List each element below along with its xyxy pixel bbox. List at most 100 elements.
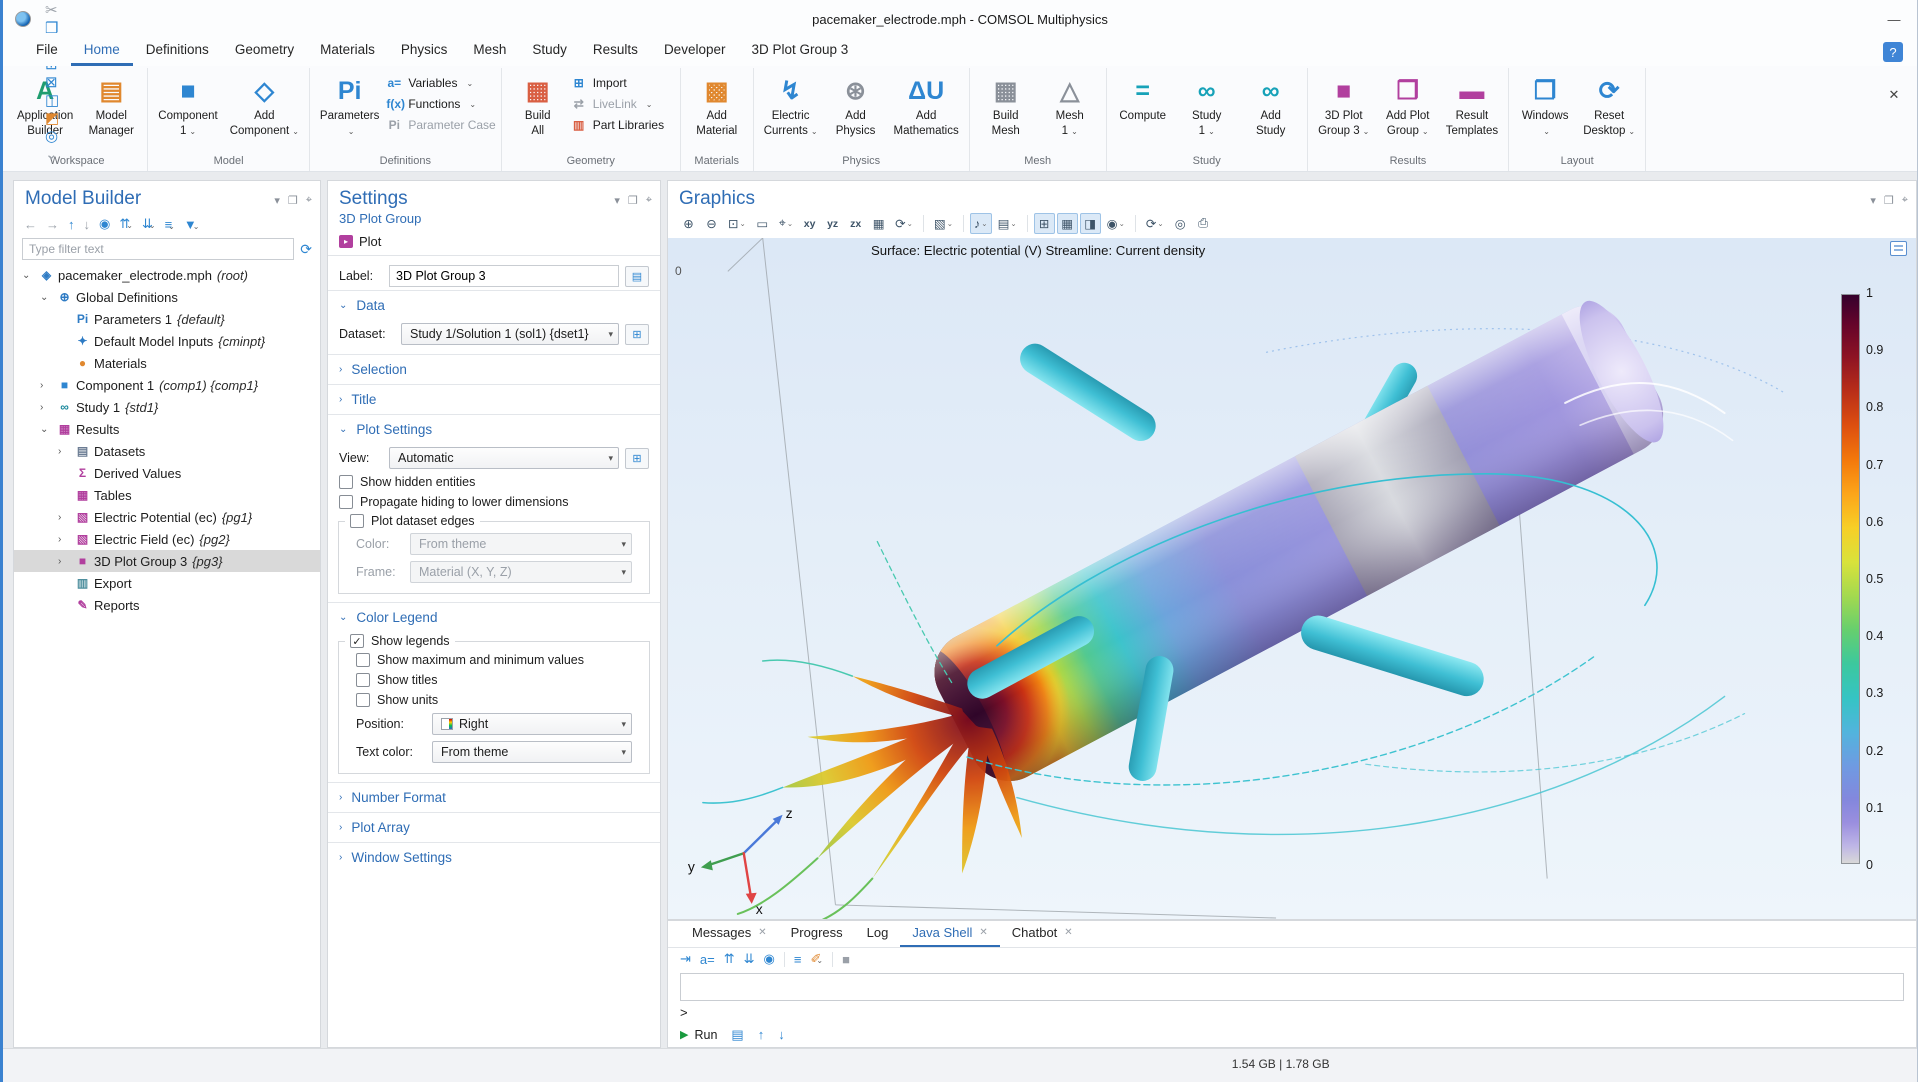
section-plot-settings[interactable]: ⌄Plot Settings xyxy=(328,414,660,444)
livelink-button[interactable]: ⇄LiveLink⌄ xyxy=(571,97,675,111)
variables-icon[interactable]: a= xyxy=(700,952,715,967)
legend-text-color-select[interactable]: From theme xyxy=(432,741,632,763)
tree-expander-icon[interactable]: ⌄ xyxy=(40,292,55,303)
study-1-button[interactable]: ∞Study1⌄ xyxy=(1176,70,1238,140)
toolbar-overflow-icon[interactable]: ⌄ xyxy=(45,145,66,163)
close-tab-icon[interactable]: ✕ xyxy=(1064,927,1072,938)
checkbox[interactable] xyxy=(356,653,370,667)
stop-icon[interactable]: ■ xyxy=(842,952,850,967)
go-to-default-view-icon[interactable]: ⌖⌄ xyxy=(775,213,797,234)
move-down-icon[interactable]: ↓ xyxy=(84,217,91,232)
filter-icon[interactable]: ▼⌄ xyxy=(184,217,200,232)
interactive-3d-icon[interactable]: ◉⌄ xyxy=(1103,213,1129,234)
tree-item[interactable]: ›▧Electric Potential (ec){pg1} xyxy=(14,506,320,528)
build-all-button[interactable]: ▦BuildAll xyxy=(507,70,569,140)
plot-dataset-edges-checkbox[interactable] xyxy=(350,514,364,528)
view-yz-icon[interactable]: yz xyxy=(822,213,843,234)
add-physics-button[interactable]: ⊛AddPhysics xyxy=(825,70,887,140)
java-shell-output[interactable] xyxy=(680,973,1904,1001)
select-mode-icon[interactable]: ⊞ xyxy=(1034,213,1055,234)
tree-item[interactable]: ›∞Study 1{std1} xyxy=(14,396,320,418)
tree-item[interactable]: ›■3D Plot Group 3{pg3} xyxy=(14,550,320,572)
tree-expander-icon[interactable]: › xyxy=(58,512,73,523)
table-view-icon[interactable]: ▦ xyxy=(1057,213,1078,234)
tree-expander-icon[interactable]: ⌄ xyxy=(22,270,37,281)
tree-expander-icon[interactable]: › xyxy=(58,446,73,457)
panel-pin-icon[interactable]: ⌖ xyxy=(646,194,652,207)
functions-button[interactable]: f(x)Functions⌄ xyxy=(386,97,495,111)
view-select[interactable]: Automatic xyxy=(389,447,619,469)
open-in-editor-icon[interactable]: ▤ xyxy=(731,1027,743,1043)
close-tab-icon[interactable]: ✕ xyxy=(979,927,987,938)
split-view-icon[interactable]: ◨ xyxy=(1080,213,1101,234)
refresh-icon[interactable]: ⟳ xyxy=(300,241,312,258)
model-tree-nodes-icon[interactable]: ≡⌄ xyxy=(165,217,175,232)
minimize-button[interactable]: — xyxy=(1871,0,1917,38)
panel-float-icon[interactable]: ❐ xyxy=(288,194,298,207)
section-selection[interactable]: ›Selection xyxy=(328,354,660,384)
zoom-box-icon[interactable]: ⊡⌄ xyxy=(724,213,750,234)
move-top-icon[interactable]: ⇈ xyxy=(724,951,735,967)
section-data[interactable]: ⌄Data xyxy=(328,290,660,320)
show-grid-icon[interactable]: ▤⌄ xyxy=(994,213,1021,234)
tree-expander-icon[interactable]: › xyxy=(40,380,55,391)
section-title[interactable]: ›Title xyxy=(328,384,660,414)
highlight-icon[interactable]: ✐⌄ xyxy=(810,951,823,967)
checkbox[interactable] xyxy=(339,495,353,509)
tree-item[interactable]: ▥Export xyxy=(14,572,320,594)
view-xy-icon[interactable]: xy xyxy=(799,213,820,234)
section-plot-array[interactable]: ›Plot Array xyxy=(328,812,660,842)
image-snapshot-icon[interactable]: ▧⌄ xyxy=(930,213,957,234)
find-icon[interactable]: ◎ xyxy=(45,127,66,145)
close-button[interactable]: ✕ xyxy=(1871,76,1917,114)
result-templates-button[interactable]: ▬ResultTemplates xyxy=(1441,70,1503,140)
nav-back-icon[interactable]: ← xyxy=(24,217,37,232)
collapse-all-icon[interactable]: ⇈⌄ xyxy=(119,216,133,232)
camera-icon[interactable]: ◎ xyxy=(1170,213,1191,234)
panel-float-icon[interactable]: ❐ xyxy=(1884,194,1894,207)
panel-pin-icon[interactable]: ⌖ xyxy=(306,194,312,207)
log-view-icon[interactable]: ≡ xyxy=(794,952,802,967)
tree-item[interactable]: ✎Reports xyxy=(14,594,320,616)
checkbox[interactable] xyxy=(339,475,353,489)
import-button[interactable]: ⊞Import xyxy=(571,76,675,90)
tree-expander-icon[interactable]: › xyxy=(58,556,73,567)
run-button[interactable]: ▶ Run xyxy=(680,1028,717,1042)
add-component-button[interactable]: ◇AddComponent⌄ xyxy=(225,70,304,140)
tree-item[interactable]: ▦Tables xyxy=(14,484,320,506)
electric-currents-button[interactable]: ↯ElectricCurrents⌄ xyxy=(759,70,823,140)
history-down-icon[interactable]: ↓ xyxy=(778,1027,785,1043)
expand-all-icon[interactable]: ⇊⌄ xyxy=(142,216,156,232)
zoom-extents-icon[interactable]: ▭ xyxy=(752,213,773,234)
tree-item[interactable]: ●Materials xyxy=(14,352,320,374)
tree-filter-input[interactable] xyxy=(22,238,294,260)
tree-item[interactable]: ›■Component 1(comp1) {comp1} xyxy=(14,374,320,396)
panel-pin-icon[interactable]: ⌖ xyxy=(1902,194,1908,207)
menu-tab[interactable]: Physics xyxy=(388,38,461,66)
legend-position-select[interactable]: Right xyxy=(432,713,632,735)
menu-tab[interactable]: Mesh xyxy=(460,38,519,66)
copy-icon[interactable]: ❒ xyxy=(45,19,66,37)
tree-expander-icon[interactable]: › xyxy=(58,534,73,545)
rotate-view-icon[interactable]: ⟳⌄ xyxy=(891,213,917,234)
clear-selection-icon[interactable]: ◩ xyxy=(45,109,66,127)
reset-desktop-button[interactable]: ⟳ResetDesktop⌄ xyxy=(1578,70,1640,140)
print-icon[interactable]: ⎙ xyxy=(1193,213,1214,234)
tree-item[interactable]: ✦Default Model Inputs{cminpt} xyxy=(14,330,320,352)
menu-tab[interactable]: Results xyxy=(580,38,651,66)
menu-tab[interactable]: Home xyxy=(71,38,133,66)
name-tag-toggle-button[interactable]: ▤ xyxy=(625,266,649,287)
tree-item[interactable]: ›▧Electric Field (ec){pg2} xyxy=(14,528,320,550)
bottom-tab[interactable]: Log xyxy=(855,921,901,947)
add-mathematics-button[interactable]: ΔUAddMathematics xyxy=(889,70,964,140)
move-up-icon[interactable]: ↑ xyxy=(68,217,75,232)
compute-button[interactable]: =Compute xyxy=(1112,70,1174,125)
java-shell-input[interactable] xyxy=(694,1005,1904,1020)
section-color-legend[interactable]: ⌄Color Legend xyxy=(328,602,660,632)
menu-tab[interactable]: Definitions xyxy=(133,38,222,66)
bottom-tab[interactable]: Progress xyxy=(779,921,855,947)
mesh-1-button[interactable]: △Mesh1⌄ xyxy=(1039,70,1101,140)
dataset-add-button[interactable]: ⊞ xyxy=(625,324,649,345)
select-box-icon[interactable]: ◫ xyxy=(45,91,66,109)
part-libraries-button[interactable]: ▥Part Libraries xyxy=(571,118,675,132)
